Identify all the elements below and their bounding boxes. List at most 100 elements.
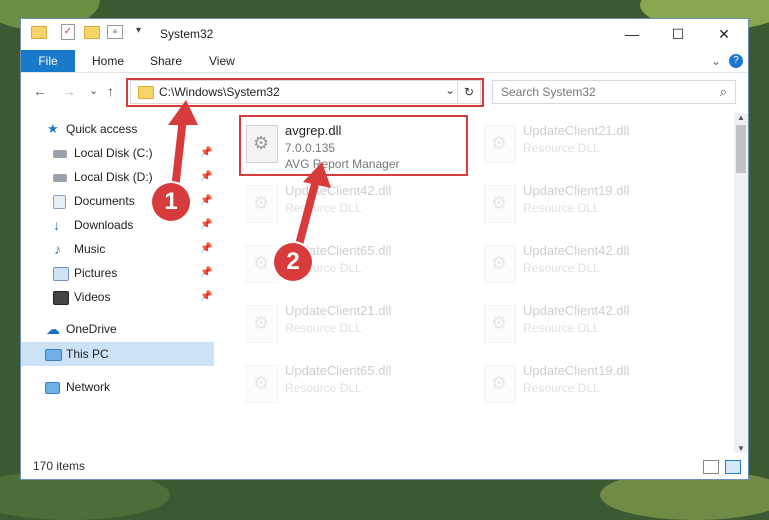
file-name: UpdateClient19.dll xyxy=(523,363,630,378)
nav-label: Quick access xyxy=(66,122,138,136)
nav-item-local-disk-d[interactable]: Local Disk (D:) 📌 xyxy=(21,165,214,189)
pictures-icon xyxy=(53,267,69,281)
nav-label: Videos xyxy=(74,290,111,304)
file-item[interactable]: UpdateClient42.dll Resource DLL xyxy=(240,179,470,235)
music-icon: ♪ xyxy=(54,241,61,257)
nav-label: Pictures xyxy=(74,266,118,280)
file-item[interactable]: UpdateClient65.dll Resource DLL xyxy=(240,359,470,415)
file-description: Resource DLL xyxy=(523,201,600,215)
file-item[interactable]: UpdateClient19.dll Resource DLL xyxy=(478,179,708,235)
nav-label: Network xyxy=(66,380,111,394)
expand-ribbon-icon[interactable]: ⌄ xyxy=(711,50,721,72)
minimize-button[interactable]: — xyxy=(609,19,655,49)
file-description: Resource DLL xyxy=(285,201,362,215)
nav-item-videos[interactable]: Videos 📌 xyxy=(21,285,214,309)
file-description: Resource DLL xyxy=(285,381,362,395)
computer-icon xyxy=(45,349,62,361)
search-icon[interactable]: ⌕ xyxy=(720,84,727,100)
file-item[interactable]: UpdateClient21.dll Resource DLL xyxy=(240,299,470,355)
large-icons-view-icon[interactable] xyxy=(725,460,741,474)
search-box[interactable]: Search System32 ⌕ xyxy=(492,80,736,104)
file-item[interactable]: UpdateClient21.dll Resource DLL xyxy=(478,119,708,175)
pin-icon: 📌 xyxy=(200,147,213,158)
dll-file-icon xyxy=(246,185,278,223)
ribbon-tabs: File Home Share View ⌄ ? xyxy=(21,50,748,73)
customize-qat-icon[interactable]: ≡ xyxy=(107,25,123,39)
file-name: UpdateClient42.dll xyxy=(523,243,630,258)
nav-item-downloads[interactable]: ↓ Downloads 📌 xyxy=(21,213,214,237)
file-description: Resource DLL xyxy=(523,321,600,335)
step-1-badge: 1 xyxy=(152,183,190,221)
help-icon[interactable]: ? xyxy=(729,54,743,68)
window-title: System32 xyxy=(160,27,214,41)
step-2-badge: 2 xyxy=(274,243,312,281)
dll-file-icon xyxy=(484,365,516,403)
up-button[interactable]: ↑ xyxy=(107,83,114,99)
tab-file[interactable]: File xyxy=(21,50,75,72)
network-icon xyxy=(45,382,60,394)
file-description: Resource DLL xyxy=(523,381,600,395)
documents-icon xyxy=(53,195,66,209)
file-description: Resource DLL xyxy=(523,261,600,275)
nav-label: Downloads xyxy=(74,218,134,232)
forward-button[interactable]: → xyxy=(62,83,76,99)
star-icon: ★ xyxy=(47,121,59,136)
drive-icon xyxy=(53,150,67,158)
nav-item-music[interactable]: ♪ Music 📌 xyxy=(21,237,214,261)
nav-this-pc[interactable]: This PC xyxy=(21,342,214,366)
title-bar: ✓ ≡ ▾ System32 — ☐ ✕ xyxy=(21,19,748,49)
details-view-icon[interactable] xyxy=(703,460,719,474)
dll-file-icon xyxy=(484,245,516,283)
downloads-icon: ↓ xyxy=(53,217,60,233)
recent-locations-button[interactable]: ⌄ xyxy=(89,84,98,97)
folder-icon xyxy=(31,26,47,39)
nav-item-local-disk-c[interactable]: Local Disk (C:) 📌 xyxy=(21,141,214,165)
back-button[interactable]: ← xyxy=(33,83,47,99)
dll-file-icon xyxy=(484,185,516,223)
dll-file-icon xyxy=(484,305,516,343)
file-name: UpdateClient21.dll xyxy=(285,303,392,318)
pin-icon: 📌 xyxy=(200,267,213,278)
file-name: UpdateClient42.dll xyxy=(523,303,630,318)
vertical-scrollbar[interactable]: ▲ ▼ xyxy=(734,113,748,453)
nav-label: Local Disk (D:) xyxy=(74,170,153,184)
close-button[interactable]: ✕ xyxy=(701,19,747,49)
status-bar: 170 items xyxy=(21,455,748,479)
maximize-button[interactable]: ☐ xyxy=(655,19,701,49)
pin-icon: 📌 xyxy=(200,219,213,230)
file-name: UpdateClient19.dll xyxy=(523,183,630,198)
scrollbar-thumb[interactable] xyxy=(736,125,746,173)
pin-icon: 📌 xyxy=(200,171,213,182)
dll-file-icon xyxy=(246,305,278,343)
tab-view[interactable]: View xyxy=(209,50,235,72)
nav-onedrive[interactable]: ☁ OneDrive xyxy=(21,317,214,341)
nav-quick-access[interactable]: ★ Quick access xyxy=(21,117,214,141)
item-count: 170 items xyxy=(33,459,86,473)
file-description: Resource DLL xyxy=(523,141,600,155)
chevron-down-icon[interactable]: ▾ xyxy=(136,25,141,36)
dll-file-icon xyxy=(484,125,516,163)
properties-icon[interactable]: ✓ xyxy=(61,24,75,40)
videos-icon xyxy=(53,291,69,305)
file-item[interactable]: UpdateClient19.dll Resource DLL xyxy=(478,359,708,415)
file-name: UpdateClient65.dll xyxy=(285,363,392,378)
search-placeholder[interactable]: Search System32 xyxy=(501,85,596,99)
drive-icon xyxy=(53,174,67,182)
nav-network[interactable]: Network xyxy=(21,375,214,399)
scroll-up-icon[interactable]: ▲ xyxy=(737,113,745,122)
file-name: UpdateClient42.dll xyxy=(285,183,392,198)
file-name: UpdateClient21.dll xyxy=(523,123,630,138)
navigation-pane: ★ Quick access Local Disk (C:) 📌 Local D… xyxy=(21,113,214,453)
tab-share[interactable]: Share xyxy=(150,50,182,72)
nav-label: Local Disk (C:) xyxy=(74,146,153,160)
tab-home[interactable]: Home xyxy=(92,50,124,72)
file-item[interactable]: UpdateClient42.dll Resource DLL xyxy=(478,299,708,355)
cloud-icon: ☁ xyxy=(46,321,60,337)
file-item[interactable]: UpdateClient42.dll Resource DLL xyxy=(478,239,708,295)
pin-icon: 📌 xyxy=(200,291,213,302)
pin-icon: 📌 xyxy=(200,243,213,254)
new-folder-icon[interactable] xyxy=(84,26,100,39)
nav-item-pictures[interactable]: Pictures 📌 xyxy=(21,261,214,285)
scroll-down-icon[interactable]: ▼ xyxy=(737,444,745,453)
nav-label: Documents xyxy=(74,194,135,208)
